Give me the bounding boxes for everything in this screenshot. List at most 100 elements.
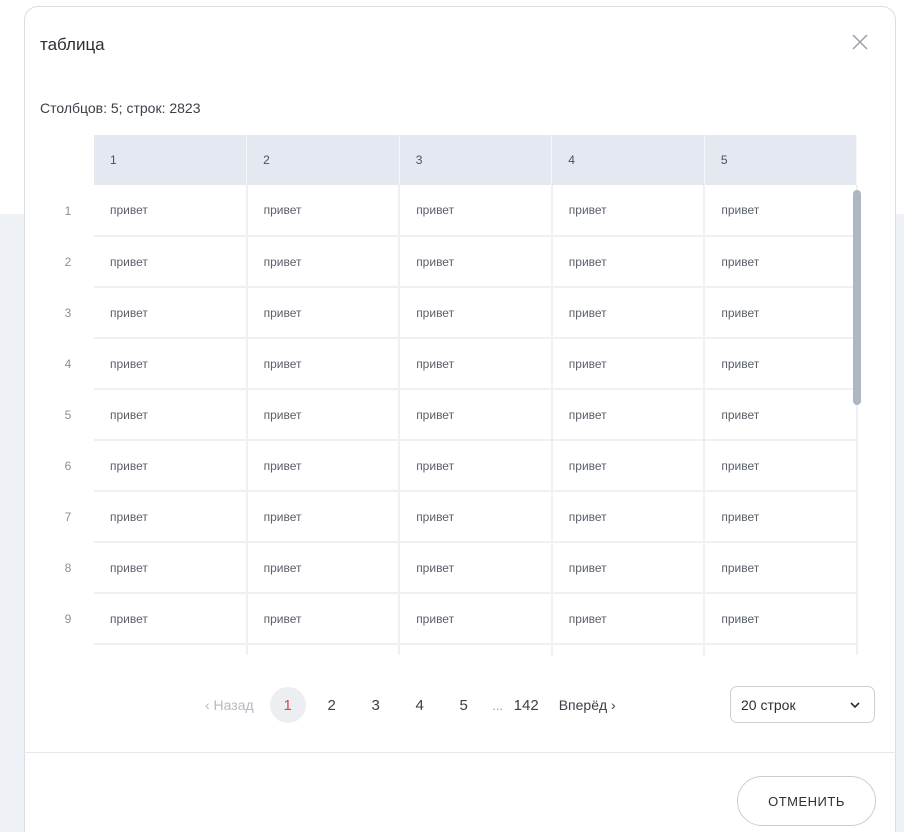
table-cell[interactable]: привет: [94, 491, 248, 543]
table-cell[interactable]: привет: [704, 338, 858, 390]
table-cell[interactable]: привет: [551, 440, 706, 492]
table-cell[interactable]: [246, 644, 401, 655]
dialog-title: таблица: [40, 35, 105, 54]
table-cell[interactable]: привет: [94, 389, 248, 441]
table-cell[interactable]: привет: [246, 440, 401, 492]
column-header[interactable]: 2: [246, 135, 400, 185]
page-5[interactable]: 5: [446, 687, 482, 723]
table-cell[interactable]: привет: [246, 389, 401, 441]
table-cell[interactable]: [399, 644, 553, 655]
table-cell[interactable]: привет: [246, 338, 401, 390]
table-cell[interactable]: привет: [246, 491, 401, 543]
table-cell[interactable]: привет: [551, 491, 706, 543]
page-1[interactable]: 1: [269, 687, 306, 723]
row-index: 3: [64, 305, 72, 320]
table-cell[interactable]: привет: [551, 236, 706, 288]
row-index: 5: [64, 407, 72, 422]
page-3[interactable]: 3: [358, 687, 394, 723]
footer-divider: [24, 752, 896, 753]
table-row: [42, 644, 858, 655]
table-cell[interactable]: привет: [704, 389, 858, 441]
close-button[interactable]: [849, 31, 871, 53]
table-cell[interactable]: привет: [399, 389, 553, 441]
data-table: 12345 1 привет привет привет привет привет 2 пр…: [42, 135, 858, 655]
table-cell[interactable]: [551, 644, 706, 655]
table-cell[interactable]: привет: [94, 185, 248, 237]
column-header[interactable]: 3: [399, 135, 553, 185]
table-row: 7 привет привет привет привет привет: [42, 491, 858, 543]
table-cell[interactable]: привет: [94, 440, 248, 492]
table-summary: Столбцов: 5; строк: 2823: [40, 100, 201, 116]
table-cell[interactable]: привет: [551, 287, 706, 339]
table-cell[interactable]: привет: [246, 542, 401, 594]
row-index: [42, 644, 94, 655]
next-page-button[interactable]: Вперёд ›: [559, 697, 616, 713]
table-cell[interactable]: привет: [399, 491, 553, 543]
page-last[interactable]: 142: [514, 697, 539, 714]
column-header[interactable]: 5: [704, 135, 858, 185]
page-4[interactable]: 4: [402, 687, 438, 723]
row-index: 8: [64, 560, 72, 575]
table-cell[interactable]: привет: [551, 389, 706, 441]
page-list: 12345: [269, 687, 490, 723]
column-header[interactable]: 1: [94, 135, 248, 185]
pagination-ellipsis: ...: [492, 697, 504, 713]
table-cell[interactable]: привет: [704, 185, 858, 237]
table-cell[interactable]: привет: [551, 185, 706, 237]
table-cell[interactable]: привет: [399, 236, 553, 288]
prev-page-button[interactable]: ‹ Назад: [205, 697, 254, 713]
table-cell[interactable]: привет: [399, 185, 553, 237]
table-cell[interactable]: привет: [399, 338, 553, 390]
table-cell[interactable]: привет: [551, 542, 706, 594]
table-row: 1 привет привет привет привет привет: [42, 185, 858, 237]
table-cell[interactable]: привет: [551, 593, 706, 645]
table-cell[interactable]: привет: [94, 236, 248, 288]
table-cell[interactable]: привет: [246, 593, 401, 645]
table-row: 8 привет привет привет привет привет: [42, 542, 858, 594]
table-cell[interactable]: привет: [94, 287, 248, 339]
table-cell[interactable]: привет: [399, 542, 553, 594]
table-cell[interactable]: привет: [704, 440, 858, 492]
table-cell[interactable]: привет: [704, 593, 858, 645]
table-cell[interactable]: привет: [399, 287, 553, 339]
table-row: 4 привет привет привет привет привет: [42, 338, 858, 390]
table-cell[interactable]: привет: [246, 236, 401, 288]
row-index: 9: [64, 611, 72, 626]
chevron-down-icon: [850, 701, 860, 708]
table-cell[interactable]: привет: [704, 236, 858, 288]
table-cell[interactable]: привет: [246, 185, 401, 237]
row-index: 4: [64, 356, 72, 371]
table-cell[interactable]: [94, 644, 248, 655]
cancel-button[interactable]: ОТМЕНИТЬ: [737, 776, 876, 826]
table-viewport[interactable]: 12345 1 привет привет привет привет привет 2 пр…: [42, 135, 874, 655]
table-cell[interactable]: привет: [94, 593, 248, 645]
rows-per-page-value: 20 строк: [741, 696, 796, 713]
table-cell[interactable]: привет: [399, 593, 553, 645]
table-cell[interactable]: привет: [246, 287, 401, 339]
row-index: 2: [64, 254, 72, 269]
table-row: 9 привет привет привет привет привет: [42, 593, 858, 645]
close-icon: [852, 34, 868, 50]
row-index: 6: [64, 458, 72, 473]
table-cell[interactable]: привет: [94, 542, 248, 594]
table-row: 6 привет привет привет привет привет: [42, 440, 858, 492]
column-header[interactable]: 4: [551, 135, 705, 185]
row-index: 1: [64, 203, 72, 218]
table-header-row: 12345: [42, 135, 858, 185]
pagination: ‹ Назад 12345 ... 142 Вперёд ›: [205, 685, 646, 725]
table-cell[interactable]: привет: [704, 542, 858, 594]
table-cell[interactable]: привет: [399, 440, 553, 492]
table-row: 2 привет привет привет привет привет: [42, 236, 858, 288]
index-column-header: [42, 135, 94, 185]
table-scrollbar-thumb[interactable]: [853, 190, 861, 405]
table-cell[interactable]: привет: [551, 338, 706, 390]
table-cell[interactable]: привет: [704, 287, 858, 339]
table-row: 3 привет привет привет привет привет: [42, 287, 858, 339]
page-2[interactable]: 2: [314, 687, 350, 723]
row-index: 7: [64, 509, 72, 524]
table-cell[interactable]: [704, 644, 858, 655]
table-row: 5 привет привет привет привет привет: [42, 389, 858, 441]
table-cell[interactable]: привет: [704, 491, 858, 543]
table-cell[interactable]: привет: [94, 338, 248, 390]
rows-per-page-select[interactable]: 20 строк: [730, 686, 875, 723]
